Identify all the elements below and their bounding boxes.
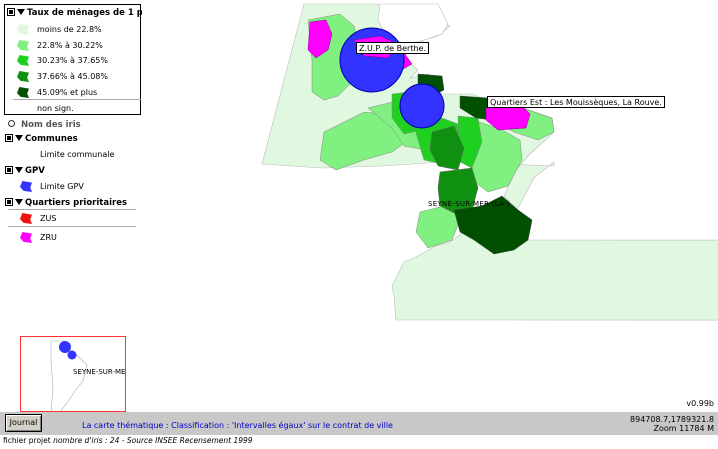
toggle-checkbox-icon[interactable] (7, 8, 15, 16)
zus-swatch-icon (20, 213, 32, 224)
gpv-swatch-icon (20, 181, 32, 192)
legend-class-label: 45.09% et plus (37, 88, 98, 97)
zoom-level: Zoom 11784 M (653, 424, 715, 433)
toggle-checkbox-icon[interactable] (5, 166, 13, 174)
overview-map[interactable]: SEYNE-SUR-MER ( (20, 336, 126, 412)
collapse-triangle-icon[interactable] (15, 135, 23, 141)
communes-group-header[interactable]: Communes (5, 134, 78, 144)
legend-class-label: 22.8% à 30.22% (37, 41, 103, 50)
legend-divider (8, 226, 136, 227)
collapse-triangle-icon[interactable] (15, 167, 23, 173)
footer-text: nombre d'iris : 24 - Source INSEE Recens… (50, 436, 253, 445)
gpv-group-title: GPV (25, 166, 45, 176)
status-bar: Journal La carte thématique : Classifica… (0, 412, 718, 435)
journal-button[interactable]: Journal (5, 414, 42, 432)
legend-item-label: ZUS (40, 214, 57, 223)
gpv-circle-est (399, 83, 445, 129)
coordinates: 894708.7,1789321.8 (630, 415, 714, 424)
commune-outline-icon (20, 149, 32, 160)
thematic-info-text: La carte thématique : Classification : '… (82, 421, 393, 430)
class-swatch-icon (17, 87, 29, 98)
overview-gpv-circle (59, 341, 71, 353)
overview-gpv-circle (67, 350, 77, 360)
city-label: SEYNE-SUR-MER (LA ) (428, 200, 510, 208)
version-label: v0.99b (686, 399, 714, 408)
communes-group-title: Communes (25, 134, 78, 144)
iris-name-layer[interactable]: Nom des iris (8, 120, 81, 130)
class-swatch-icon (17, 71, 29, 82)
toggle-checkbox-icon[interactable] (5, 198, 13, 206)
iris-layer-title: Nom des iris (21, 120, 81, 130)
collapse-triangle-icon[interactable] (17, 9, 25, 15)
legend-no-data-label: non sign. (37, 104, 74, 113)
zru-swatch-icon (20, 232, 32, 243)
magnifier-icon (8, 120, 15, 127)
legend-item-label: Limite GPV (40, 182, 84, 191)
quartiers-group-title: Quartiers prioritaires (25, 198, 128, 208)
collapse-triangle-icon[interactable] (15, 199, 23, 205)
footer-prefix: fichier projet (3, 436, 51, 445)
overview-city-label: SEYNE-SUR-MER ( (73, 368, 126, 376)
legend-class-label: 37.66% à 45.08% (37, 72, 108, 81)
legend-item-label: Limite communale (40, 150, 115, 159)
taux-group-header[interactable]: Taux de ménages de 1 per (7, 8, 142, 18)
legend-class-label: moins de 22.8% (37, 25, 102, 34)
legend-class-label: 30.23% à 37.65% (37, 56, 108, 65)
legend-divider (13, 99, 141, 100)
class-swatch-icon (17, 40, 29, 51)
thematic-legend-box: Taux de ménages de 1 per moins de 22.8% … (4, 4, 142, 115)
taux-group-title: Taux de ménages de 1 per (27, 8, 142, 18)
footer-info: fichier projet nombre d'iris : 24 - Sour… (3, 436, 253, 445)
gpv-group-header[interactable]: GPV (5, 166, 45, 176)
toggle-checkbox-icon[interactable] (5, 134, 13, 142)
legend-divider (8, 209, 136, 210)
class-swatch-icon (17, 24, 29, 35)
class-swatch-icon (17, 55, 29, 66)
legend-item-label: ZRU (40, 233, 57, 242)
quartiers-group-header[interactable]: Quartiers prioritaires (5, 198, 127, 208)
coords-readout: 894708.7,1789321.8 Zoom 11784 M (630, 415, 714, 433)
map-canvas[interactable]: Z.U.P. de Berthe. Quartiers Est : Les Mo… (142, 0, 718, 412)
zup-label[interactable]: Z.U.P. de Berthe. (356, 42, 429, 54)
quartiers-est-label[interactable]: Quartiers Est : Les Mouissèques, La Rouv… (487, 96, 665, 108)
legend-panel: Taux de ménages de 1 per moins de 22.8% … (0, 0, 142, 336)
